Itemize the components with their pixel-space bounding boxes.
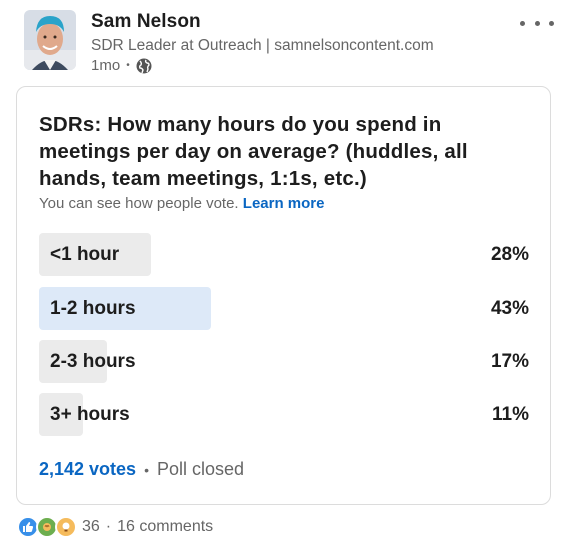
reaction-count[interactable]: 36	[82, 518, 100, 536]
more-options-button[interactable]	[520, 14, 554, 32]
social-text: 36 · 16 comments	[82, 518, 213, 536]
meta-separator: •	[126, 60, 130, 71]
poll-option-1-2-hours[interactable]: 1-2 hours 43%	[39, 287, 529, 330]
social-separator: ·	[105, 518, 112, 535]
insightful-icon	[55, 516, 77, 538]
poll-footer: 2,142 votes • Poll closed	[39, 459, 244, 480]
author-headline: SDR Leader at Outreach | samnelsonconten…	[91, 37, 434, 54]
poll-option-percent: 28%	[490, 244, 529, 265]
poll-card: SDRs: How many hours do you spend in mee…	[16, 86, 551, 505]
comments-link[interactable]: 16 comments	[117, 518, 213, 536]
poll-visibility-note: You can see how people vote. Learn more	[39, 195, 324, 212]
globe-icon	[136, 58, 152, 74]
poll-option-percent: 11%	[492, 404, 529, 425]
vote-count-link[interactable]: 2,142 votes	[39, 459, 136, 480]
poll-option-label: 1-2 hours	[50, 298, 136, 319]
post-header: Sam Nelson SDR Leader at Outreach | samn…	[24, 10, 554, 80]
poll-question: SDRs: How many hours do you spend in mee…	[39, 113, 468, 190]
more-horizontal-icon	[520, 20, 525, 26]
poll-status: Poll closed	[156, 459, 245, 479]
poll-option-2-3-hours[interactable]: 2-3 hours 17%	[39, 340, 529, 383]
visibility-text: You can see how people vote.	[39, 195, 239, 212]
poll-option-percent: 43%	[490, 298, 529, 319]
poll-option-label: <1 hour	[50, 244, 120, 265]
post-meta: 1mo •	[91, 57, 152, 74]
post-timestamp: 1mo	[91, 57, 121, 74]
avatar[interactable]	[24, 10, 76, 70]
poll-option-label: 2-3 hours	[50, 351, 136, 372]
author-name[interactable]: Sam Nelson	[91, 11, 201, 33]
poll-option-3-plus-hours[interactable]: 3+ hours 11%	[39, 393, 529, 436]
reaction-icons[interactable]	[17, 516, 77, 538]
poll-option-less-than-1-hour[interactable]: <1 hour 28%	[39, 233, 529, 276]
poll-option-label: 3+ hours	[50, 404, 130, 425]
learn-more-link[interactable]: Learn more	[243, 195, 325, 212]
poll-option-percent: 17%	[490, 351, 529, 372]
footer-separator: •	[144, 461, 149, 478]
social-counts: 36 · 16 comments	[17, 516, 213, 538]
